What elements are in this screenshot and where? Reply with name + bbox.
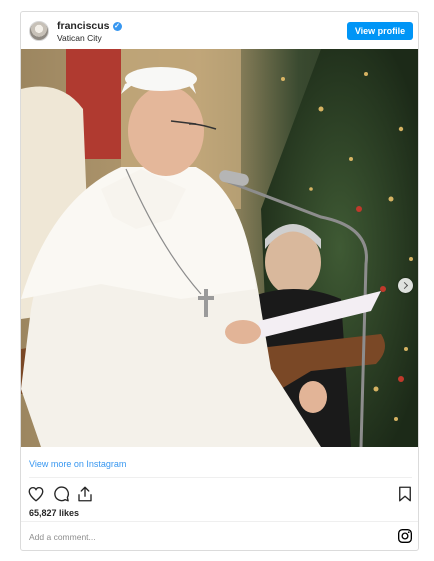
post-header: franciscus ✓ Vatican City View profile	[21, 12, 418, 50]
location-link[interactable]: Vatican City	[57, 33, 102, 43]
divider	[21, 521, 418, 522]
divider	[29, 477, 412, 478]
view-more-link[interactable]: View more on Instagram	[29, 459, 126, 469]
add-comment-field[interactable]: Add a comment...	[29, 532, 96, 542]
likes-count: 65,827 likes	[29, 508, 80, 518]
heart-icon[interactable]	[27, 485, 45, 503]
verified-badge-icon: ✓	[112, 22, 122, 31]
bookmark-icon[interactable]	[396, 485, 414, 503]
profile-avatar[interactable]	[29, 21, 49, 41]
instagram-embed-card: franciscus ✓ Vatican City View profile V…	[20, 11, 419, 551]
username-text: franciscus	[57, 20, 110, 32]
post-photo[interactable]	[21, 49, 418, 447]
view-profile-button[interactable]: View profile	[347, 22, 413, 40]
instagram-icon[interactable]	[397, 528, 413, 544]
photo-illustration	[21, 49, 418, 447]
carousel-next-button[interactable]	[398, 278, 413, 293]
share-icon[interactable]	[76, 485, 94, 503]
comment-icon[interactable]	[52, 485, 70, 503]
username-link[interactable]: franciscus ✓	[57, 20, 122, 32]
